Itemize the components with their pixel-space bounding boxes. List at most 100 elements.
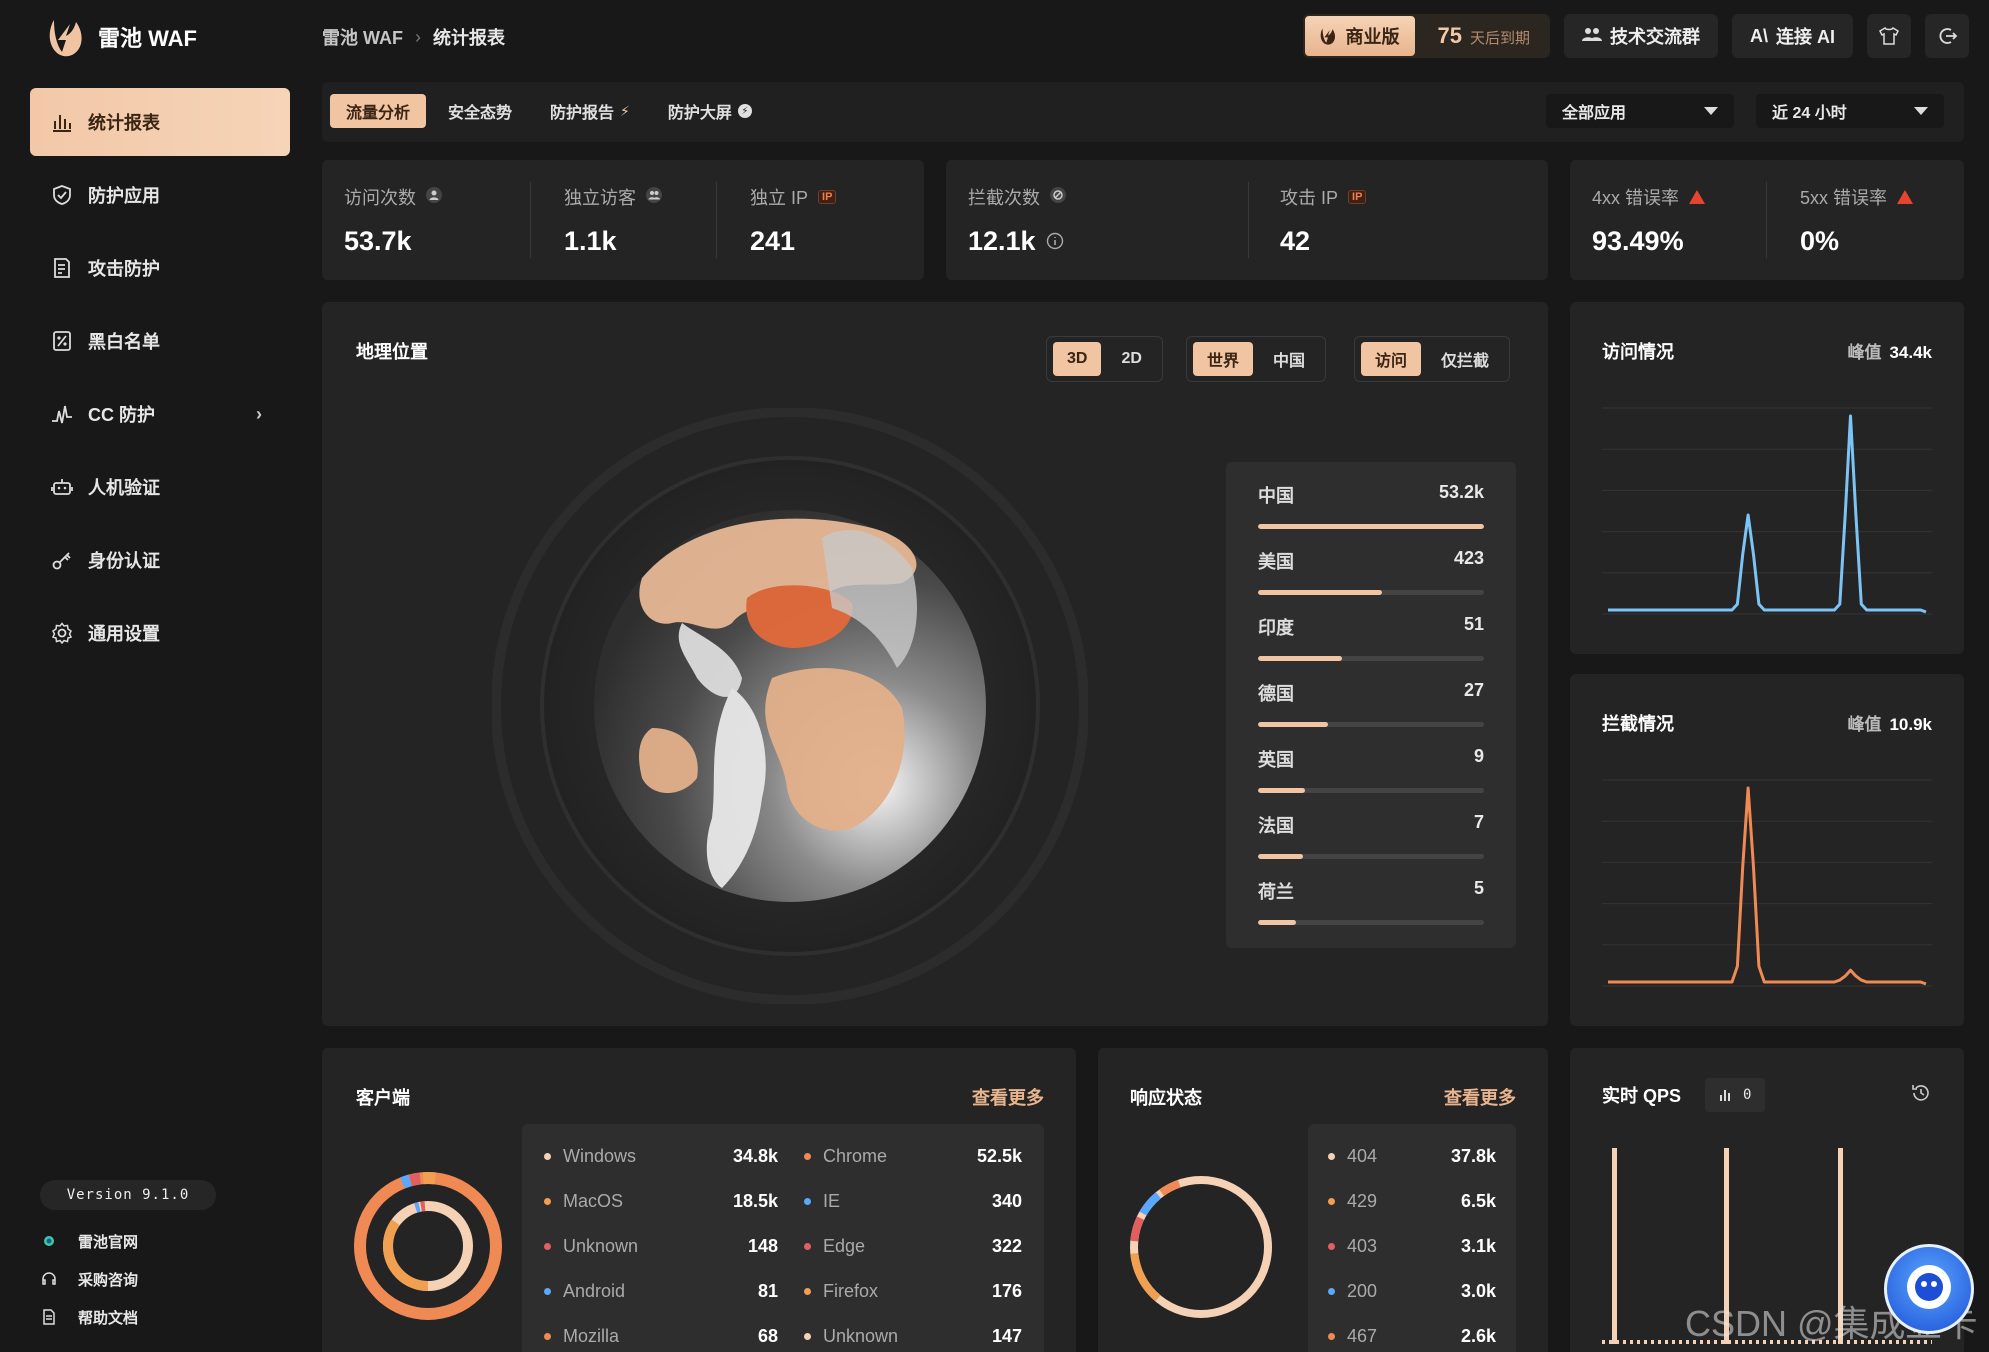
pro-badge-icon: ⚡ <box>620 102 630 119</box>
status-row: 404 37.8k <box>1328 1146 1496 1167</box>
legend-dot <box>544 1198 551 1205</box>
scope-china-option[interactable]: 中国 <box>1259 342 1319 376</box>
sidebar-item-captcha[interactable]: 人机验证 <box>30 453 290 521</box>
group-icon <box>1581 26 1602 47</box>
purchase-link[interactable]: 采购咨询 <box>40 1260 138 1298</box>
app-select-value: 全部应用 <box>1562 105 1627 122</box>
pro-edition-button[interactable]: 商业版 <box>1303 14 1418 58</box>
sidebar-item-auth[interactable]: 身份认证 <box>30 526 290 594</box>
user-icon <box>426 186 442 208</box>
donut-outer-segment <box>354 1172 502 1320</box>
header-actions: 商业版 75 天后到期 技术交流群 A\ 连接 AI <box>1303 14 1969 58</box>
divider <box>1248 182 1249 258</box>
kind-blocked-option[interactable]: 仅拦截 <box>1427 342 1503 376</box>
status-value: 37.8k <box>1450 1146 1496 1166</box>
theme-button[interactable] <box>1867 14 1911 58</box>
geo-card: 地理位置 3D 2D 世界 中国 访问 仅拦截 中国 53.2k 美国 423 … <box>322 302 1548 1026</box>
percent-icon <box>50 329 74 353</box>
peak-value: 34.4k <box>1889 343 1932 362</box>
caret-down-icon <box>1914 107 1928 115</box>
kind-visit-option[interactable]: 访问 <box>1361 342 1422 376</box>
logout-button[interactable] <box>1925 14 1969 58</box>
browser-name: Firefox <box>823 1281 879 1301</box>
legend-dot <box>1328 1288 1335 1295</box>
edition-badge[interactable]: 商业版 75 天后到期 <box>1303 14 1550 58</box>
response-more-link[interactable]: 查看更多 <box>1444 1084 1516 1110</box>
tab-protection-report[interactable]: 防护报告 ⚡ <box>534 94 646 128</box>
os-row: Windows 34.8k <box>544 1146 778 1167</box>
stat-4xx: 4xx 错误率 93.49% <box>1592 184 1706 257</box>
visit-line-chart[interactable] <box>1602 398 1932 628</box>
sidebar-item-apps[interactable]: 防护应用 <box>30 161 290 229</box>
stat-attack-ip: 攻击 IP IP 42 <box>1280 184 1367 257</box>
breadcrumb-root[interactable]: 雷池 WAF <box>322 24 403 50</box>
sidebar-item-label: 通用设置 <box>88 624 160 644</box>
ranking-bar <box>1258 590 1484 595</box>
status-row: 403 3.1k <box>1328 1236 1496 1257</box>
country-name: 美国 <box>1258 552 1294 572</box>
tab-big-screen[interactable]: 防护大屏 ⚡ <box>652 94 768 128</box>
country-ranking: 中国 53.2k 美国 423 印度 51 德国 27 英国 9 法国 7 荷兰 5 <box>1226 462 1516 948</box>
legend-dot <box>804 1198 811 1205</box>
sidebar-item-cc[interactable]: CC 防护 › <box>30 380 290 448</box>
bar-chart-icon <box>1720 1090 1730 1101</box>
connect-ai-button[interactable]: A\ 连接 AI <box>1731 14 1853 58</box>
legend-dot <box>544 1288 551 1295</box>
clients-donut[interactable] <box>350 1168 506 1324</box>
safeline-logo-icon <box>49 20 82 57</box>
os-row: Android 81 <box>544 1281 778 1302</box>
tab-security-posture[interactable]: 安全态势 <box>432 94 528 128</box>
version-badge: Version 9.1.0 <box>40 1180 216 1210</box>
stat-label: 4xx 错误率 <box>1592 188 1680 208</box>
view-3d-option[interactable]: 3D <box>1053 342 1102 376</box>
sidebar-item-lists[interactable]: 黑白名单 <box>30 307 290 375</box>
safeline-mini-icon <box>40 1234 58 1248</box>
stat-unique-ip: 独立 IP IP 241 <box>750 184 837 257</box>
pulse-icon <box>50 402 74 426</box>
status-code: 403 <box>1347 1236 1378 1256</box>
history-icon[interactable] <box>1910 1082 1932 1104</box>
response-donut[interactable] <box>1126 1172 1276 1322</box>
assistant-floating-button[interactable] <box>1884 1244 1974 1334</box>
block-chart-card: 拦截情况 峰值 10.9k <box>1570 674 1964 1026</box>
docs-link[interactable]: 帮助文档 <box>40 1298 138 1336</box>
browser-value: 52.5k <box>976 1146 1022 1166</box>
clients-more-link[interactable]: 查看更多 <box>972 1084 1044 1110</box>
sidebar-item-settings[interactable]: 通用设置 <box>30 599 290 667</box>
scope-world-option[interactable]: 世界 <box>1193 342 1254 376</box>
legend-dot <box>804 1333 811 1340</box>
donut-outer-ring <box>354 1172 502 1320</box>
sidebar-item-stats[interactable]: 统计报表 <box>30 88 290 156</box>
tab-traffic[interactable]: 流量分析 <box>330 94 427 128</box>
globe-3d[interactable] <box>492 408 1088 1004</box>
country-name: 英国 <box>1258 750 1294 770</box>
sidebar-nav: 统计报表 防护应用 攻击防护 黑白名单 CC 防护 › 人机验证 身份认证 通用… <box>30 88 290 672</box>
view-2d-option[interactable]: 2D <box>1107 342 1155 376</box>
app-logo[interactable]: 雷池 WAF <box>46 14 197 60</box>
headset-icon <box>40 1271 58 1287</box>
sidebar-item-attack[interactable]: 攻击防护 <box>30 234 290 302</box>
block-line-chart[interactable] <box>1602 770 1932 1000</box>
community-button[interactable]: 技术交流群 <box>1563 14 1718 58</box>
safeline-logo-small-icon <box>1321 28 1336 45</box>
purchase-label: 采购咨询 <box>78 1271 139 1289</box>
ranking-bar-fill <box>1258 656 1342 661</box>
status-value: 3.0k <box>1460 1281 1496 1301</box>
donut-segment <box>1130 1176 1272 1318</box>
app-name: 雷池 WAF <box>98 26 197 51</box>
country-value: 7 <box>1473 812 1484 832</box>
ranking-bar <box>1258 722 1484 727</box>
official-site-link[interactable]: 雷池官网 <box>40 1222 138 1260</box>
ranking-row: 印度 51 <box>1258 614 1484 680</box>
info-icon[interactable] <box>1046 226 1064 257</box>
tab-label: 防护大屏 <box>667 105 732 122</box>
block-chart-title: 拦截情况 <box>1602 714 1674 734</box>
donut-outer-segment <box>354 1172 502 1320</box>
country-value: 5 <box>1473 878 1484 898</box>
app-select[interactable]: 全部应用 <box>1546 94 1734 128</box>
status-code: 200 <box>1347 1281 1378 1301</box>
docs-label: 帮助文档 <box>78 1309 139 1327</box>
time-range-select[interactable]: 近 24 小时 <box>1756 94 1944 128</box>
stat-label: 独立访客 <box>564 188 636 208</box>
tab-label: 防护报告 <box>550 105 615 122</box>
